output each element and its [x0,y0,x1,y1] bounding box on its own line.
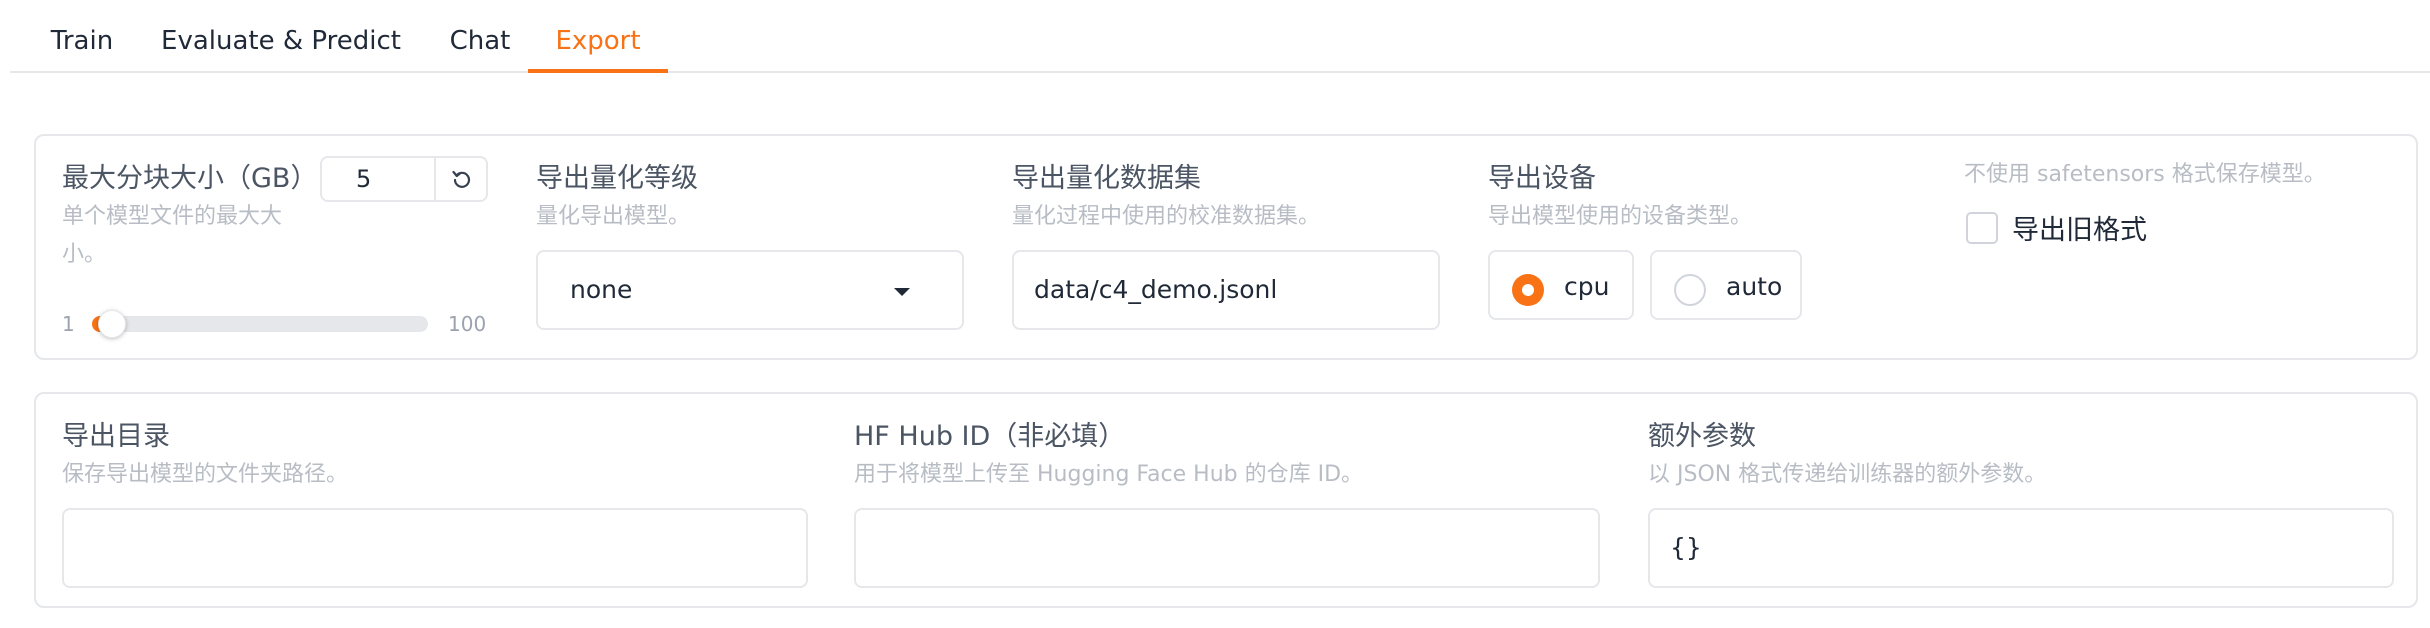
max-shard-size-slider-track[interactable] [92,310,428,338]
max-shard-size-reset-button[interactable] [434,156,488,202]
extra-args-label: 额外参数 [1648,421,1756,452]
quantization-bit-info: 量化导出模型。 [536,204,691,229]
tab-train[interactable]: Train [28,0,136,73]
reset-icon [452,170,471,188]
quantization-bit-label: 导出量化等级 [536,163,698,194]
max-shard-size-label: 最大分块大小（GB） [62,163,318,194]
max-shard-size-number-input[interactable]: 5 [320,156,436,202]
tab-bar: Train Evaluate & Predict Chat Export [10,0,2430,73]
extra-args-value: {} [1670,533,1702,562]
hub-id-input[interactable] [854,508,1600,588]
export-dir-input[interactable] [62,508,808,588]
export-legacy-info: 不使用 safetensors 格式保存模型。 [1964,162,2326,187]
quantization-dataset-label: 导出量化数据集 [1012,163,1201,194]
export-dir-info: 保存导出模型的文件夹路径。 [62,462,349,487]
chevron-down-icon [894,288,910,296]
quantization-bit-selected: none [570,275,633,304]
tab-evaluate-predict[interactable]: Evaluate & Predict [152,0,410,73]
export-legacy-label[interactable]: 导出旧格式 [2012,208,2147,247]
max-shard-size-info: 单个模型文件的最大大 小。 [62,198,322,274]
device-option-cpu[interactable]: cpu [1488,250,1634,320]
max-shard-size-info-line2: 小。 [62,242,107,267]
max-shard-size-value: 5 [356,165,372,193]
extra-args-info: 以 JSON 格式传递给训练器的额外参数。 [1648,462,2047,487]
export-paths-panel: 导出目录 保存导出模型的文件夹路径。 HF Hub ID（非必填） 用于将模型上… [34,392,2418,608]
max-shard-size-info-line1: 单个模型文件的最大大 [62,204,283,229]
max-shard-size-max: 100 [448,312,487,336]
extra-args-input[interactable]: {} [1648,508,2394,588]
export-device-label: 导出设备 [1488,163,1596,194]
device-option-auto[interactable]: auto [1650,250,1802,320]
radio-selected-icon [1512,274,1544,306]
export-legacy-checkbox[interactable] [1966,212,1998,244]
max-shard-size-slider-thumb[interactable] [98,310,126,338]
device-option-auto-label: auto [1726,272,1783,301]
tab-chat[interactable]: Chat [430,0,530,73]
quantization-dataset-value: data/c4_demo.jsonl [1034,275,1278,304]
device-option-cpu-label: cpu [1564,272,1610,301]
hub-id-label: HF Hub ID（非必填） [854,421,1126,452]
quantization-bit-dropdown[interactable]: none [536,250,964,330]
quantization-dataset-input[interactable]: data/c4_demo.jsonl [1012,250,1440,330]
quantization-dataset-info: 量化过程中使用的校准数据集。 [1012,204,1321,229]
export-options-panel: 最大分块大小（GB） 单个模型文件的最大大 小。 5 1 100 导出量化等级 … [34,134,2418,360]
export-dir-label: 导出目录 [62,421,170,452]
tab-export[interactable]: Export [528,0,668,73]
radio-unselected-icon [1674,274,1706,306]
hub-id-info: 用于将模型上传至 Hugging Face Hub 的仓库 ID。 [854,462,1364,487]
max-shard-size-min: 1 [62,312,75,336]
export-device-info: 导出模型使用的设备类型。 [1488,204,1753,229]
